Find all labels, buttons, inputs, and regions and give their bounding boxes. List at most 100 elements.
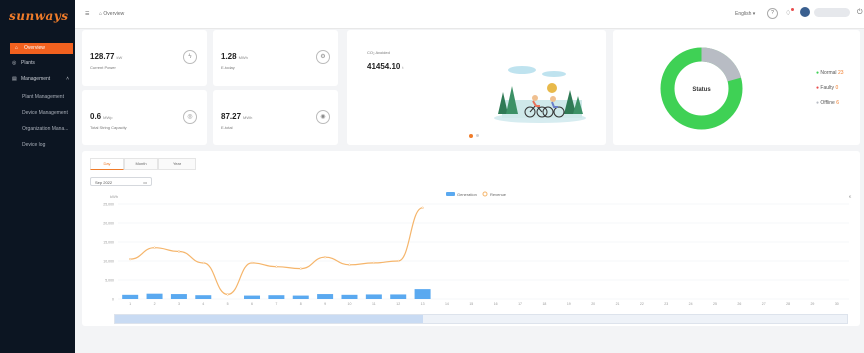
logout-icon[interactable]: ⏻ [857, 9, 863, 17]
legend-normal: ● Normal 23 [816, 70, 844, 76]
sidebar-item-device-management[interactable]: Device Management [0, 108, 75, 119]
bar-generation [170, 294, 187, 299]
point-revenue [397, 259, 400, 263]
bar-generation [365, 294, 382, 299]
tab-day[interactable]: Day [90, 158, 124, 170]
chart-legend: Generation Revenue [446, 191, 507, 197]
x-tick-label: 9 [324, 302, 326, 306]
sidebar: sunways ⌂ Overview ◎ Plants ▤ Management ˄ … [0, 0, 75, 353]
date-picker[interactable]: Sep 2022 ▭ [90, 177, 152, 186]
avatar[interactable] [800, 7, 810, 17]
line-revenue [130, 207, 423, 296]
x-tick-label: 21 [616, 302, 620, 306]
tab-month[interactable]: Month [124, 158, 158, 170]
tab-year[interactable]: Year [158, 158, 196, 170]
kpi-card-e-total: 87.27 MWh E-total ◉ [213, 90, 338, 145]
cycling-illustration [494, 66, 586, 123]
sidebar-item-device-log[interactable]: Device log [0, 140, 75, 151]
x-tick-label: 17 [518, 302, 522, 306]
menu-toggle-icon[interactable]: ☰ [85, 11, 89, 17]
dot-icon: ● [816, 85, 820, 91]
co2-value: 41454.10 [367, 62, 401, 71]
x-tick-label: 6 [251, 302, 253, 306]
bar-generation [146, 293, 163, 299]
x-tick-label: 18 [542, 302, 546, 306]
sidebar-item-overview[interactable]: ⌂ Overview [10, 43, 73, 54]
zoom-slider-track[interactable] [114, 314, 848, 324]
point-revenue [202, 261, 205, 265]
plant-icon: ◎ [12, 60, 17, 66]
legend-generation-swatch [446, 192, 455, 196]
point-revenue [372, 261, 376, 265]
bar-generation [195, 295, 212, 299]
help-icon[interactable]: ? [767, 8, 778, 19]
sidebar-item-plants[interactable]: ◎ Plants [0, 58, 75, 69]
point-revenue [299, 267, 302, 270]
chevron-up-icon: ˄ [66, 76, 69, 82]
point-revenue [250, 261, 254, 265]
sidebar-item-management[interactable]: ▤ Management ˄ [0, 74, 75, 85]
status-card: Status ● Normal 23 ● Faulty 0 ● Offline … [613, 30, 860, 145]
y-tick-label: 0 [112, 298, 114, 302]
home-icon: ⌂ [15, 45, 19, 51]
kpi-card-e-today: 1.28 MWh E-today ⚙ [213, 30, 338, 86]
x-tick-label: 25 [713, 302, 717, 306]
dot-icon: ● [816, 70, 820, 76]
x-tick-label: 14 [445, 302, 449, 306]
point-revenue [275, 265, 278, 268]
x-tick-label: 5 [227, 302, 229, 306]
carousel-dot-active[interactable] [469, 134, 473, 138]
x-tick-label: 2 [154, 302, 156, 306]
x-tick-label: 19 [567, 302, 571, 306]
y-tick-label: 5,000 [105, 279, 114, 283]
x-tick-label: 8 [300, 302, 302, 306]
x-tick-label: 15 [469, 302, 473, 306]
point-revenue [129, 257, 132, 261]
co2-label: CO₂ Avoided [367, 50, 390, 55]
sidebar-item-organization-management[interactable]: Organization Mana... [0, 124, 75, 135]
x-tick-label: 10 [348, 302, 352, 306]
legend-generation-label: Generation [457, 192, 477, 197]
breadcrumb: ⌂ Overview [99, 11, 125, 17]
legend-offline: ● Offline 6 [816, 100, 839, 106]
logo: sunways [9, 9, 69, 23]
point-revenue [323, 256, 327, 259]
kpi-card-current-power: 128.77 kW Current Power ϟ [82, 30, 207, 86]
legend-faulty: ● Faulty 0 [816, 85, 839, 91]
bar-generation [244, 295, 261, 299]
y-axis-left-label: kWh [110, 194, 118, 199]
carousel-dot[interactable] [476, 134, 479, 137]
x-tick-label: 30 [835, 302, 839, 306]
status-donut: Status [660, 47, 743, 130]
language-select[interactable]: English ▾ [735, 11, 755, 17]
x-tick-label: 4 [202, 302, 204, 306]
zoom-slider-range[interactable] [115, 315, 423, 323]
sidebar-item-plant-management[interactable]: Plant Management [0, 92, 75, 103]
point-revenue [153, 246, 156, 249]
point-revenue [177, 250, 181, 253]
point-revenue [421, 206, 424, 209]
x-tick-label: 7 [275, 302, 277, 306]
capacity-icon: ◎ [183, 110, 197, 124]
co2-card: CO₂ Avoided 41454.10 t [347, 30, 606, 145]
y-tick-label: 20,000 [103, 222, 114, 226]
bar-generation [292, 295, 309, 299]
x-tick-label: 26 [737, 302, 741, 306]
x-tick-label: 1 [129, 302, 131, 306]
x-tick-label: 27 [762, 302, 766, 306]
bar-generation [341, 294, 358, 299]
y-tick-label: 10,000 [103, 260, 114, 264]
x-tick-label: 20 [591, 302, 595, 306]
power-icon: ϟ [183, 50, 197, 64]
user-name[interactable] [814, 8, 850, 17]
bar-generation [414, 289, 431, 299]
y-tick-label: 15,000 [103, 241, 114, 245]
total-energy-icon: ◉ [316, 110, 330, 124]
topbar: ☰ ⌂ Overview English ▾ ? ♢ ⏻ [75, 0, 864, 29]
status-title: Status [692, 87, 711, 93]
x-tick-label: 16 [494, 302, 498, 306]
x-tick-label: 11 [372, 302, 376, 306]
x-tick-label: 3 [178, 302, 180, 306]
bar-generation [268, 295, 285, 299]
point-revenue [348, 263, 351, 266]
